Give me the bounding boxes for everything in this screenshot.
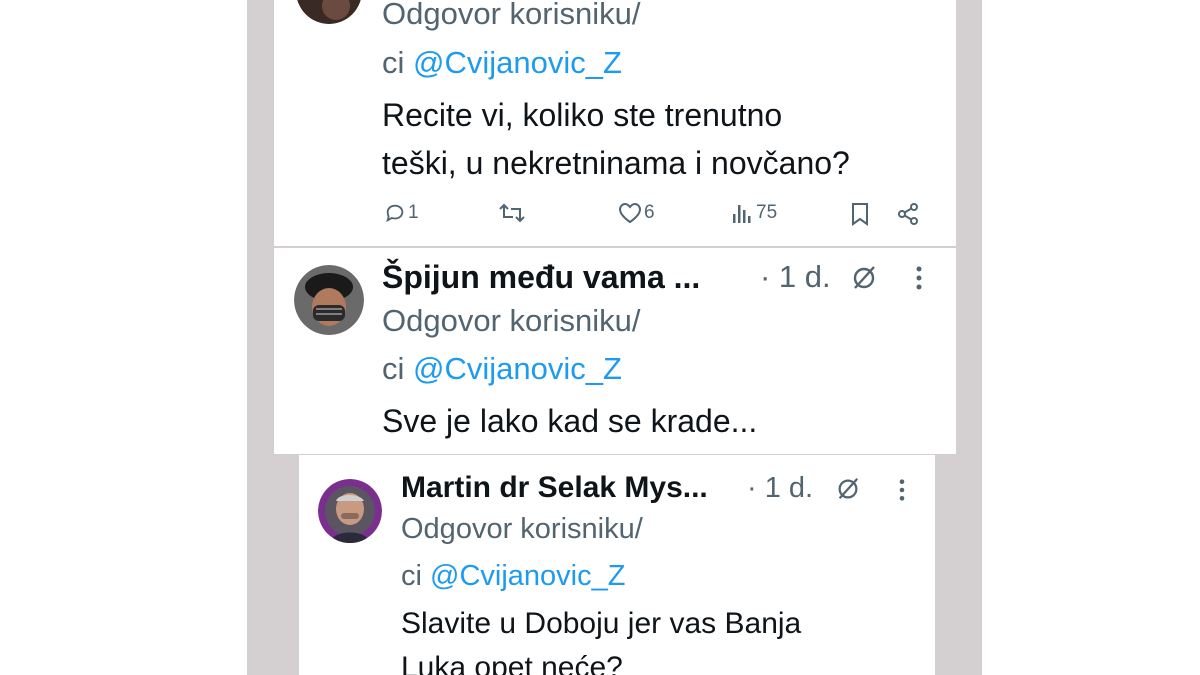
tweet-text-line: Luka opet neće? (401, 651, 623, 675)
tweet-card[interactable]: Martin dr Selak Mys... · 1 d. Odgovor ko… (299, 455, 935, 675)
reply-icon (386, 204, 404, 223)
heart-icon (618, 202, 642, 224)
tweet-card[interactable]: Špijun među vama ... · 1 d. Odgovor kori… (274, 248, 956, 454)
reply-context-label: Odgovor korisniku/ (382, 303, 641, 338)
reply-prefix: ci (401, 560, 430, 592)
reply-prefix: ci (382, 45, 413, 80)
avatar[interactable] (294, 265, 364, 335)
reply-prefix: ci (382, 351, 413, 386)
retweet-button[interactable] (499, 202, 525, 224)
reply-count: 1 (408, 202, 419, 223)
timestamp[interactable]: · 1 d. (747, 469, 813, 507)
share-icon (898, 203, 918, 225)
reply-context-target: ci @Cvijanovic_Z (382, 349, 622, 389)
bookmark-button[interactable] (850, 202, 870, 226)
reply-context-label: Odgovor korisniku/ (382, 0, 641, 31)
timestamp[interactable]: · 1 d. (760, 257, 831, 297)
mention-link[interactable]: @Cvijanovic_Z (430, 560, 625, 592)
mention-link[interactable]: @Cvijanovic_Z (413, 351, 622, 386)
tweet-text-line: Sve je lako kad se krade... (382, 403, 758, 439)
more-options-icon[interactable] (915, 265, 923, 291)
tweet-card[interactable]: Odgovor korisniku/ ci @Cvijanovic_Z Reci… (274, 0, 956, 246)
grok-icon[interactable] (835, 476, 861, 502)
more-options-icon[interactable] (898, 478, 906, 502)
reply-context-target: ci @Cvijanovic_Z (382, 43, 622, 83)
share-button[interactable] (896, 202, 920, 226)
tweet-text-line: Recite vi, koliko ste trenutno (382, 97, 783, 133)
reply-context-target: ci @Cvijanovic_Z (401, 557, 625, 595)
bookmark-icon (852, 203, 868, 226)
avatar[interactable] (296, 0, 362, 24)
avatar[interactable] (318, 479, 382, 543)
grok-icon[interactable] (850, 264, 878, 292)
views-count: 75 (756, 202, 778, 223)
tweet-text-line: Slavite u Doboju jer vas Banja (401, 607, 802, 640)
like-button[interactable]: 6 (618, 202, 655, 224)
mention-link[interactable]: @Cvijanovic_Z (413, 45, 622, 80)
author-name[interactable]: Špijun među vama ... (382, 256, 700, 298)
views-icon (733, 205, 751, 223)
like-count: 6 (644, 202, 655, 223)
views-button[interactable]: 75 (732, 202, 777, 224)
author-name[interactable]: Martin dr Selak Mys... (401, 468, 708, 508)
tweet-text-line: teški, u nekretninama i novčano? (382, 145, 850, 181)
retweet-icon (499, 203, 525, 223)
reply-button[interactable]: 1 (384, 202, 419, 224)
reply-context-label: Odgovor korisniku/ (401, 513, 643, 545)
